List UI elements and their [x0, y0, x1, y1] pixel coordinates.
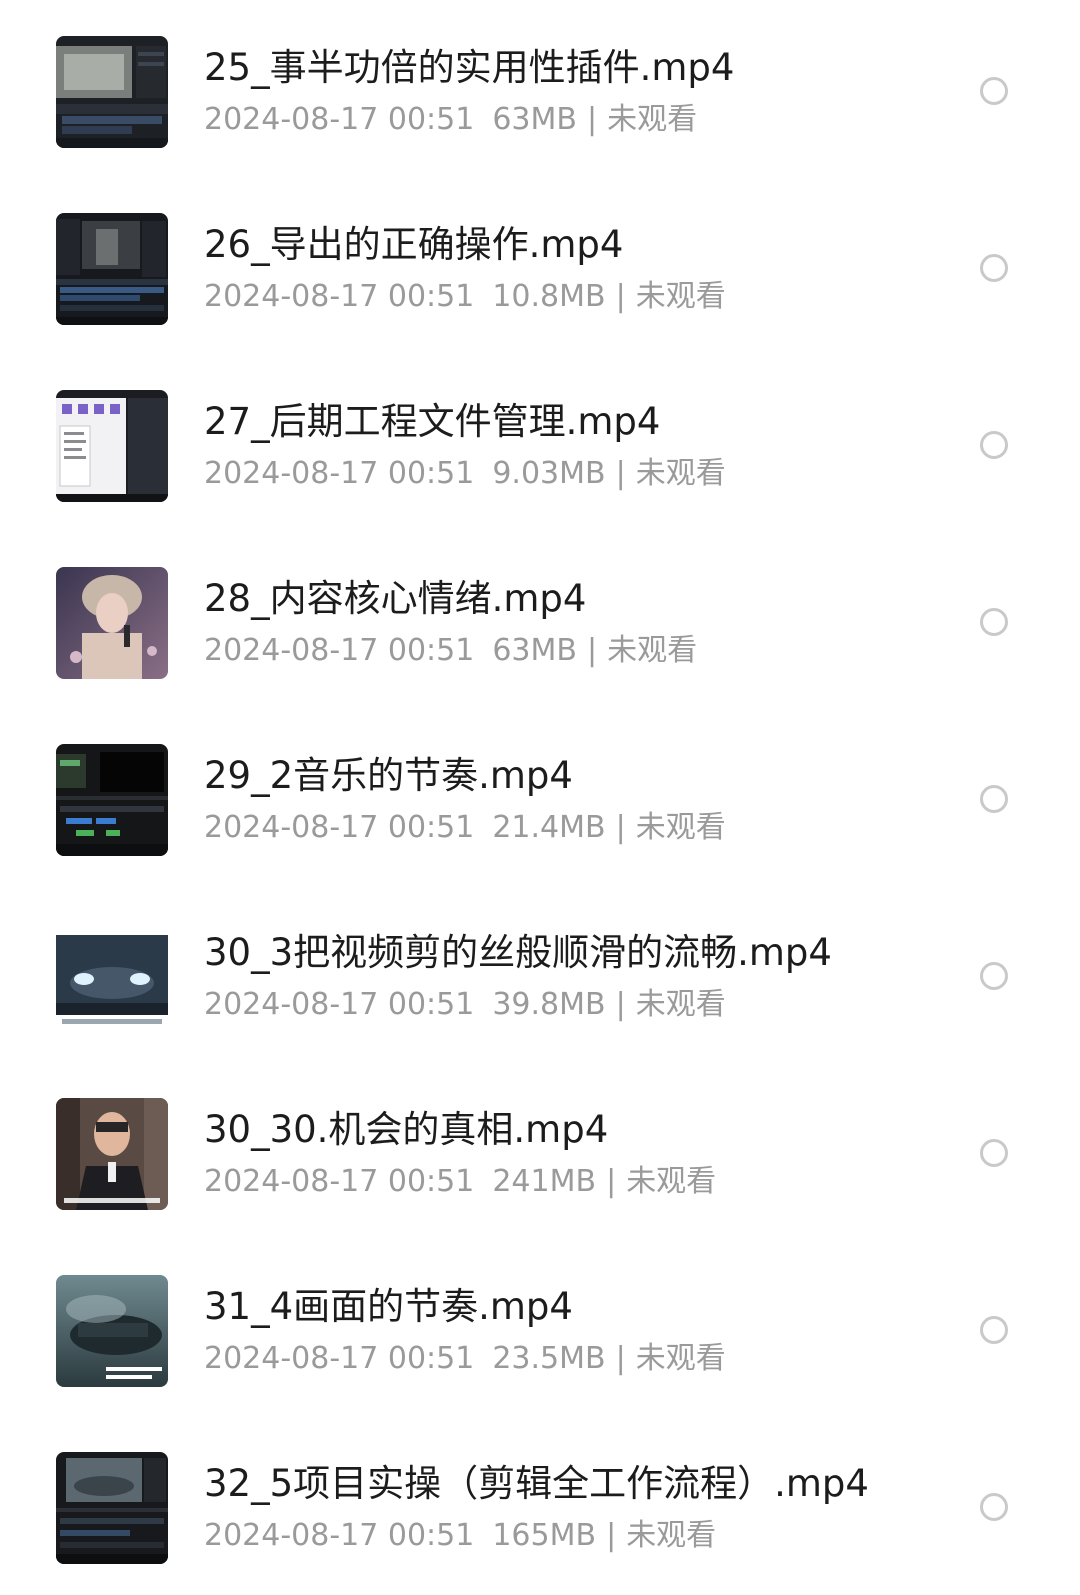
file-size: 9.03MB — [492, 456, 606, 491]
file-size: 21.4MB — [492, 810, 606, 845]
file-meta: 2024-08-17 00:51 241MB | 未观看 — [204, 1162, 716, 1202]
file-date: 2024-08-17 00:51 — [204, 987, 475, 1022]
file-size: 63MB — [492, 102, 577, 137]
file-size: 23.5MB — [492, 1341, 606, 1376]
file-name: 32_5项目实操（剪辑全工作流程）.mp4 — [204, 1462, 869, 1505]
file-date: 2024-08-17 00:51 — [204, 1518, 475, 1553]
video-thumbnail[interactable] — [56, 1452, 168, 1564]
meta-separator: | — [615, 987, 626, 1022]
file-meta: 2024-08-17 00:51 63MB | 未观看 — [204, 631, 697, 671]
car-headlights-thumbnail-icon — [56, 921, 168, 1033]
file-size: 39.8MB — [492, 987, 606, 1022]
car-editor-thumbnail-icon — [56, 1452, 168, 1564]
list-item[interactable]: 26_导出的正确操作.mp4 2024-08-17 00:51 10.8MB | 未观… — [0, 177, 1080, 354]
list-item[interactable]: 30_3把视频剪的丝般顺滑的流畅.mp4 2024-08-17 00:51 39.… — [0, 885, 1080, 1062]
select-radio[interactable] — [980, 1493, 1008, 1521]
video-thumbnail[interactable] — [56, 1275, 168, 1387]
video-thumbnail[interactable] — [56, 390, 168, 502]
select-radio[interactable] — [980, 962, 1008, 990]
video-thumbnail[interactable] — [56, 36, 168, 148]
watch-status: 未观看 — [607, 633, 698, 668]
select-radio[interactable] — [980, 1139, 1008, 1167]
meta-separator: | — [586, 102, 598, 137]
video-thumbnail[interactable] — [56, 744, 168, 856]
file-date: 2024-08-17 00:51 — [204, 279, 475, 314]
file-meta: 2024-08-17 00:51 165MB | 未观看 — [204, 1516, 716, 1556]
list-item[interactable]: 29_2音乐的节奏.mp4 2024-08-17 00:51 21.4MB | 未观看 — [0, 708, 1080, 885]
file-date: 2024-08-17 00:51 — [204, 1341, 475, 1376]
file-name: 27_后期工程文件管理.mp4 — [204, 400, 661, 443]
file-meta: 2024-08-17 00:51 23.5MB | 未观看 — [204, 1339, 726, 1379]
watch-status: 未观看 — [635, 987, 726, 1022]
select-radio[interactable] — [980, 608, 1008, 636]
file-date: 2024-08-17 00:51 — [204, 810, 475, 845]
meta-separator: | — [606, 1164, 617, 1199]
watch-status: 未观看 — [635, 1341, 726, 1376]
select-radio[interactable] — [980, 1316, 1008, 1344]
file-size: 165MB — [492, 1518, 597, 1553]
file-date: 2024-08-17 00:51 — [204, 1164, 475, 1199]
file-name: 26_导出的正确操作.mp4 — [204, 223, 624, 266]
file-list: 25_事半功倍的实用性插件.mp4 2024-08-17 00:51 63MB | 未… — [0, 0, 1080, 1595]
list-item[interactable]: 25_事半功倍的实用性插件.mp4 2024-08-17 00:51 63MB | 未… — [0, 0, 1080, 177]
meta-separator: | — [615, 279, 626, 314]
select-radio[interactable] — [980, 77, 1008, 105]
watch-status: 未观看 — [607, 102, 698, 137]
file-meta: 2024-08-17 00:51 21.4MB | 未观看 — [204, 808, 726, 848]
watch-status: 未观看 — [635, 456, 726, 491]
meta-separator: | — [606, 1518, 617, 1553]
editor-screenshot-thumbnail-icon — [56, 36, 168, 148]
speaker-thumbnail-icon — [56, 1098, 168, 1210]
video-thumbnail[interactable] — [56, 213, 168, 325]
singer-thumbnail-icon — [56, 567, 168, 679]
select-radio[interactable] — [980, 431, 1008, 459]
file-name: 25_事半功倍的实用性插件.mp4 — [204, 46, 735, 89]
file-meta: 2024-08-17 00:51 39.8MB | 未观看 — [204, 985, 726, 1025]
list-item[interactable]: 28_内容核心情绪.mp4 2024-08-17 00:51 63MB | 未观看 — [0, 531, 1080, 708]
file-name: 30_3把视频剪的丝般顺滑的流畅.mp4 — [204, 931, 832, 974]
meta-separator: | — [615, 456, 626, 491]
file-manager-thumbnail-icon — [56, 390, 168, 502]
watch-status: 未观看 — [626, 1518, 717, 1553]
list-item[interactable]: 30_30.机会的真相.mp4 2024-08-17 00:51 241MB | 未观… — [0, 1062, 1080, 1239]
meta-separator: | — [615, 1341, 626, 1376]
file-meta: 2024-08-17 00:51 9.03MB | 未观看 — [204, 454, 726, 494]
file-date: 2024-08-17 00:51 — [204, 102, 475, 137]
watch-status: 未观看 — [635, 810, 726, 845]
file-name: 29_2音乐的节奏.mp4 — [204, 754, 573, 797]
file-name: 30_30.机会的真相.mp4 — [204, 1108, 609, 1151]
foggy-car-thumbnail-icon — [56, 1275, 168, 1387]
file-size: 241MB — [492, 1164, 597, 1199]
file-date: 2024-08-17 00:51 — [204, 633, 475, 668]
meta-separator: | — [586, 633, 598, 668]
watch-status: 未观看 — [635, 279, 726, 314]
file-name: 31_4画面的节奏.mp4 — [204, 1285, 573, 1328]
file-meta: 2024-08-17 00:51 10.8MB | 未观看 — [204, 277, 726, 317]
video-thumbnail[interactable] — [56, 1098, 168, 1210]
list-item[interactable]: 27_后期工程文件管理.mp4 2024-08-17 00:51 9.03MB | 未… — [0, 354, 1080, 531]
editor-screenshot-thumbnail-icon — [56, 213, 168, 325]
timeline-thumbnail-icon — [56, 744, 168, 856]
video-thumbnail[interactable] — [56, 921, 168, 1033]
select-radio[interactable] — [980, 785, 1008, 813]
list-item[interactable]: 32_5项目实操（剪辑全工作流程）.mp4 2024-08-17 00:51 16… — [0, 1416, 1080, 1593]
file-meta: 2024-08-17 00:51 63MB | 未观看 — [204, 100, 697, 140]
list-item[interactable]: 31_4画面的节奏.mp4 2024-08-17 00:51 23.5MB | 未观看 — [0, 1239, 1080, 1416]
file-date: 2024-08-17 00:51 — [204, 456, 475, 491]
meta-separator: | — [615, 810, 626, 845]
file-name: 28_内容核心情绪.mp4 — [204, 577, 587, 620]
video-thumbnail[interactable] — [56, 567, 168, 679]
watch-status: 未观看 — [626, 1164, 717, 1199]
file-size: 63MB — [492, 633, 577, 668]
select-radio[interactable] — [980, 254, 1008, 282]
file-size: 10.8MB — [492, 279, 606, 314]
